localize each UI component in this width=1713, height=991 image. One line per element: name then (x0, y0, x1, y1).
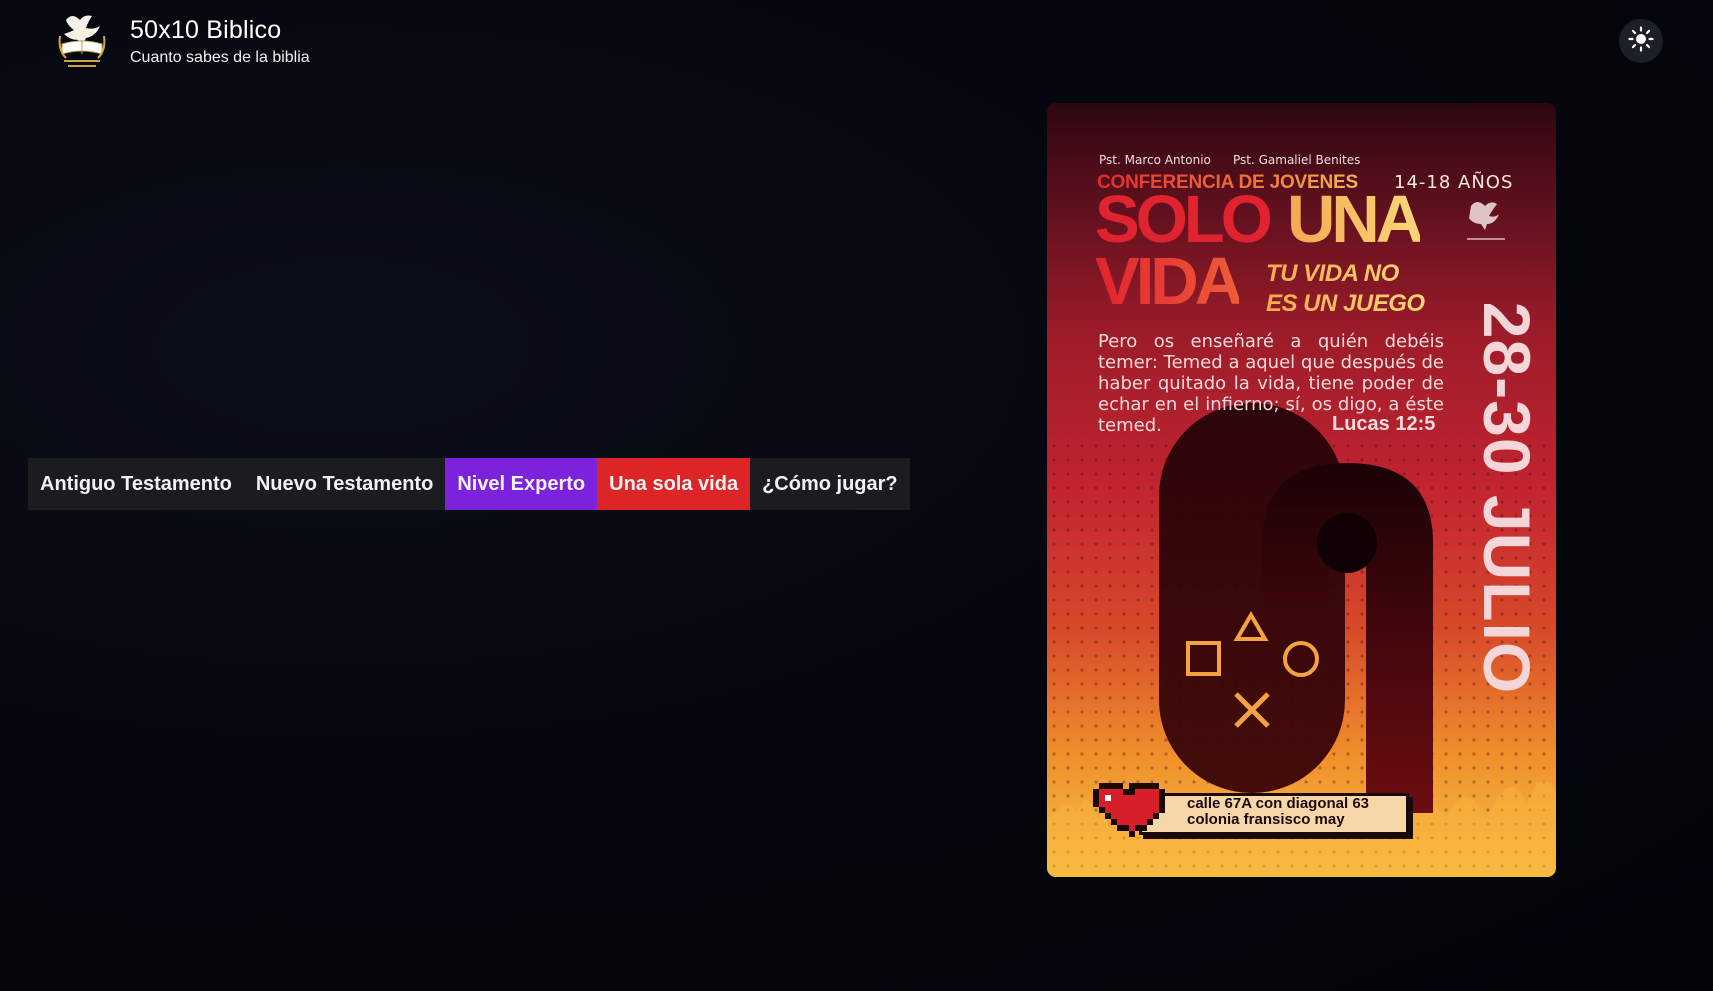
sun-icon (1628, 25, 1654, 57)
poster-pastor-2: Pst. Gamaliel Benites (1233, 153, 1361, 167)
tab-como-jugar[interactable]: ¿Cómo jugar? (750, 458, 910, 510)
poster-headline-vida: VIDA (1095, 244, 1243, 319)
tab-antiguo-testamento[interactable]: Antiguo Testamento (28, 458, 244, 510)
poster-pastor-1: Pst. Marco Antonio (1099, 153, 1211, 167)
poster-tagline: TU VIDA NO ES UN JUEGO (1266, 259, 1425, 319)
poster-address-line-2: colonia fransisco may (1187, 811, 1345, 828)
event-poster[interactable]: Pst. Marco Antonio Pst. Gamaliel Benites… (1047, 103, 1556, 877)
pixel-heart-icon (1093, 776, 1171, 838)
app-title: 50x10 Biblico (130, 16, 282, 44)
poster-verse-reference: Lucas 12:5 (1332, 413, 1436, 435)
poster-address-line-1: calle 67A con diagonal 63 (1187, 795, 1370, 812)
tab-nuevo-testamento[interactable]: Nuevo Testamento (243, 458, 446, 510)
poster-dates-text: 28-30 JULIO (1470, 301, 1544, 695)
poster-headline-una: UNA (1287, 182, 1424, 257)
poster-tagline-line-2: ES UN JUEGO (1266, 290, 1425, 317)
poster-headline-solo: SOLO (1095, 182, 1273, 257)
app-subtitle: Cuanto sabes de la biblia (130, 49, 310, 66)
poster-dates: 28-30 JULIO (1467, 263, 1547, 733)
poster-address: calle 67A con diagonal 63 colonia fransi… (1187, 796, 1369, 828)
theme-toggle-button[interactable] (1619, 19, 1663, 63)
mode-tabs: Antiguo Testamento Nuevo Testamento Nive… (28, 458, 910, 510)
logo-icon[interactable] (56, 10, 108, 70)
tab-una-sola-vida[interactable]: Una sola vida (597, 458, 751, 510)
header: 50x10 Biblico Cuanto sabes de la biblia (0, 0, 1713, 90)
poster-tagline-line-1: TU VIDA NO (1266, 260, 1399, 287)
tab-nivel-experto[interactable]: Nivel Experto (445, 458, 598, 510)
app-root: 50x10 Biblico Cuanto sabes de la biblia (0, 0, 1713, 991)
